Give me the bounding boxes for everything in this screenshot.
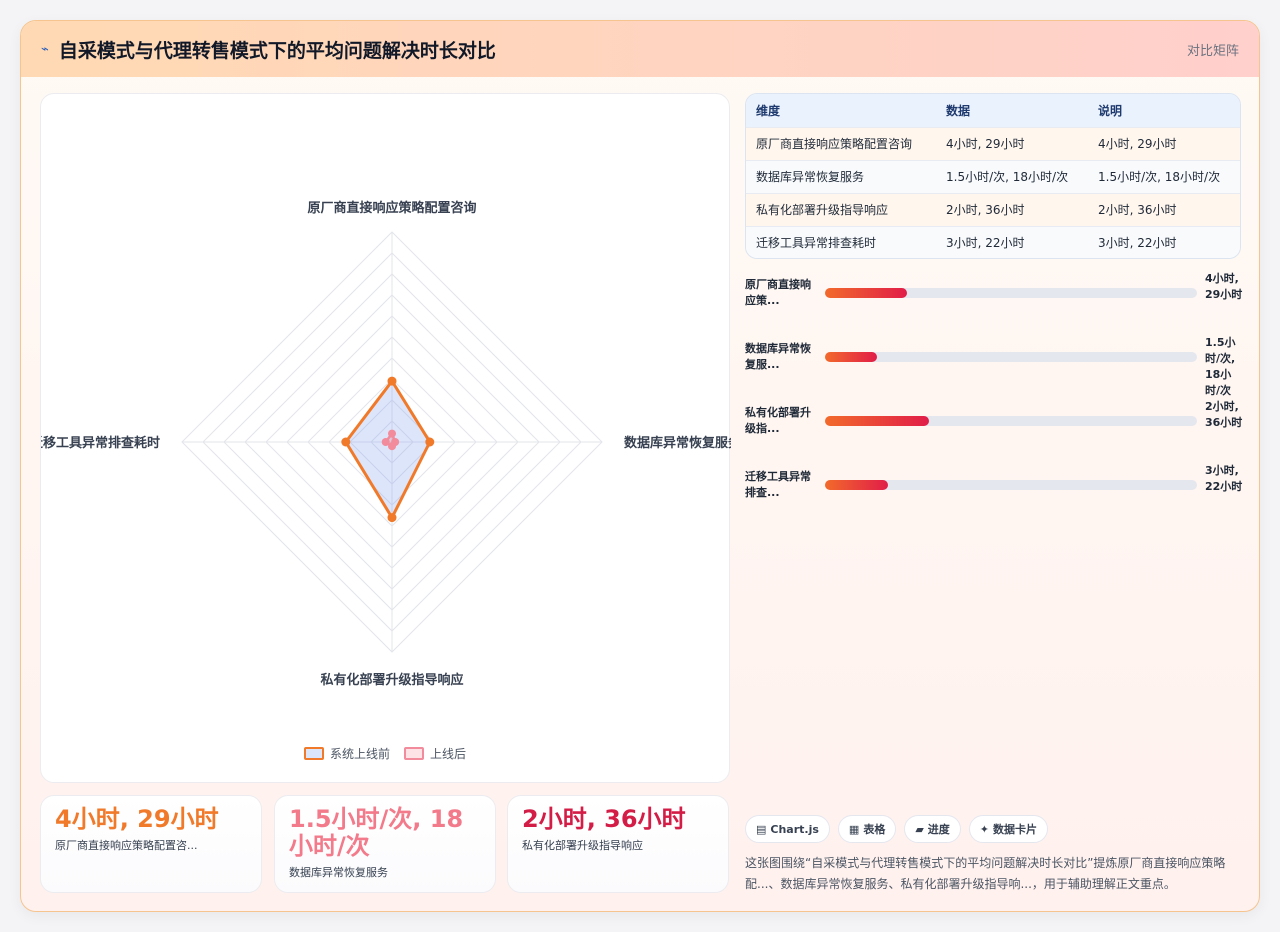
table-cell: 数据库异常恢复服务: [746, 159, 936, 193]
stat-value: 2小时, 36小时: [522, 805, 686, 833]
stat-label: 数据库异常恢复服务: [289, 866, 388, 879]
progress-track: [825, 288, 1197, 298]
legend-label-before: 系统上线前: [329, 747, 390, 761]
table-cell: 原厂商直接响应策略配置咨询: [746, 126, 936, 160]
radar-chart: 原厂商直接响应策略配置咨询数据库异常恢复服务私有化部署升级指导响应 迁移工具异常排…: [41, 200, 731, 688]
table-cell: 2小时, 36小时: [1088, 192, 1240, 226]
table-cell: 3小时, 22小时: [936, 225, 1088, 258]
progress-row: 数据库异常恢复服... 1.5小时/次, 18小时/次: [745, 335, 1241, 399]
description-text: 这张图围绕“自采模式与代理转售模式下的平均问题解决时长对比”提炼原厂商直接响应策…: [745, 856, 1226, 891]
table-header-cell: 数据: [936, 94, 1088, 127]
table-header-cell: 维度: [746, 94, 936, 127]
chart-icon: ▤: [756, 822, 767, 836]
logo-icon: ⌁: [41, 41, 49, 57]
progress-row: 私有化部署升级指... 2小时, 36小时: [745, 399, 1243, 463]
stat-card-2: 1.5小时/次, 18小时/次 数据库异常恢复服务: [274, 795, 496, 893]
data-point: [387, 376, 397, 386]
progress-value: 2小时, 36小时: [1205, 400, 1243, 429]
stat-card-1: 4小时, 29小时 原厂商直接响应策略配置咨...: [40, 795, 262, 893]
series-area-1: [343, 378, 432, 521]
table-header-cell: 说明: [1088, 94, 1240, 127]
progress-fill: [825, 416, 930, 426]
legend-swatch-before: [303, 747, 324, 760]
table-cell: 3小时, 22小时: [1088, 225, 1240, 258]
axis-label: 数据库异常恢复服务: [624, 435, 731, 451]
progress-value: 1.5小时/次, 18小时/次: [1205, 336, 1236, 397]
table-cell: 1.5小时/次, 18小时/次: [936, 159, 1088, 193]
chip-label: 数据卡片: [993, 823, 1038, 836]
chip-label: 表格: [863, 823, 886, 836]
table-cell: 4小时, 29小时: [936, 126, 1088, 160]
progress-value: 4小时, 29小时: [1205, 272, 1243, 301]
progress-fill: [825, 352, 878, 362]
progress-bars: 原厂商直接响应策... 4小时, 29小时 数据库异常恢复服... 1.5小时/…: [745, 271, 1243, 527]
chip-table[interactable]: ▦ 表格: [837, 815, 897, 843]
legend-label-after: 上线后: [430, 747, 467, 761]
stat-card-3: 2小时, 36小时 私有化部署升级指导响应: [507, 795, 729, 893]
table-row: 原厂商直接响应策略配置咨询 4小时, 29小时 4小时, 29小时: [746, 126, 1240, 160]
comparison-table: 维度 数据 说明 原厂商直接响应策略配置咨询 4小时, 29小时 4小时, 29…: [745, 93, 1241, 259]
axis-label: 私有化部署升级指导响应: [320, 672, 463, 688]
table-header-row: 维度 数据 说明: [746, 94, 1240, 127]
stat-value: 1.5小时/次, 18小时/次: [289, 805, 464, 860]
progress-icon: ▰: [915, 822, 924, 836]
progress-label: 私有化部署升级指...: [745, 406, 811, 435]
stat-value: 4小时, 29小时: [55, 805, 219, 833]
page-title: 自采模式与代理转售模式下的平均问题解决时长对比: [58, 39, 496, 62]
progress-label: 数据库异常恢复服...: [745, 342, 811, 371]
header-tag: 对比矩阵: [1186, 43, 1239, 59]
main-card: ⌁ 自采模式与代理转售模式下的平均问题解决时长对比 对比矩阵 原厂商直接响应策略…: [20, 20, 1260, 912]
axis-label: 迁移工具异常排查耗时: [41, 435, 160, 451]
table-cell: 迁移工具异常排查耗时: [746, 225, 936, 258]
legend-item-after[interactable]: 上线后: [404, 745, 466, 762]
table-cell: 私有化部署升级指导响应: [746, 192, 936, 226]
data-point: [341, 437, 351, 447]
chip-chartjs[interactable]: ▤ Chart.js: [745, 815, 830, 843]
progress-value: 3小时, 22小时: [1205, 464, 1243, 493]
axis-label: 原厂商直接响应策略配置咨询: [307, 200, 476, 216]
table-cell: 1.5小时/次, 18小时/次: [1088, 159, 1240, 193]
progress-track: [825, 416, 1197, 426]
table-cell: 4小时, 29小时: [1088, 126, 1240, 160]
chip-group: ▤ Chart.js ▦ 表格 ▰ 进度 ✦ 数据卡片: [745, 815, 1049, 843]
data-point: [387, 513, 397, 523]
table-icon: ▦: [848, 822, 860, 836]
chip-data-card[interactable]: ✦ 数据卡片: [968, 815, 1049, 843]
progress-label: 迁移工具异常排查...: [745, 470, 811, 499]
table-row: 私有化部署升级指导响应 2小时, 36小时 2小时, 36小时: [746, 192, 1240, 226]
data-point: [388, 429, 396, 438]
table-row: 迁移工具异常排查耗时 3小时, 22小时 3小时, 22小时: [746, 225, 1240, 258]
progress-fill: [825, 288, 907, 298]
chip-progress[interactable]: ▰ 进度: [904, 815, 961, 843]
legend-swatch-after: [404, 747, 424, 760]
chip-label: 进度: [927, 823, 950, 836]
data-point: [381, 438, 390, 446]
sparkle-icon: ✦: [979, 822, 990, 836]
table-row: 数据库异常恢复服务 1.5小时/次, 18小时/次 1.5小时/次, 18小时/…: [746, 159, 1240, 193]
legend-item-before[interactable]: 系统上线前: [303, 745, 390, 762]
progress-row: 原厂商直接响应策... 4小时, 29小时: [745, 271, 1243, 335]
table-cell: 2小时, 36小时: [936, 192, 1088, 226]
chip-label: Chart.js: [770, 822, 819, 836]
stat-label: 私有化部署升级指导响应: [522, 839, 643, 852]
header: ⌁ 自采模式与代理转售模式下的平均问题解决时长对比 对比矩阵: [21, 21, 1259, 77]
progress-label: 原厂商直接响应策...: [745, 278, 811, 307]
progress-row: 迁移工具异常排查... 3小时, 22小时: [745, 463, 1243, 527]
chart-legend: 系统上线前 上线后: [41, 745, 729, 762]
radar-chart-panel: 原厂商直接响应策略配置咨询数据库异常恢复服务私有化部署升级指导响应 迁移工具异常排…: [40, 93, 731, 783]
progress-track: [825, 480, 1197, 490]
data-point: [425, 437, 435, 447]
stat-label: 原厂商直接响应策略配置咨...: [55, 839, 198, 852]
progress-track: [825, 352, 1197, 362]
progress-fill: [825, 480, 889, 490]
